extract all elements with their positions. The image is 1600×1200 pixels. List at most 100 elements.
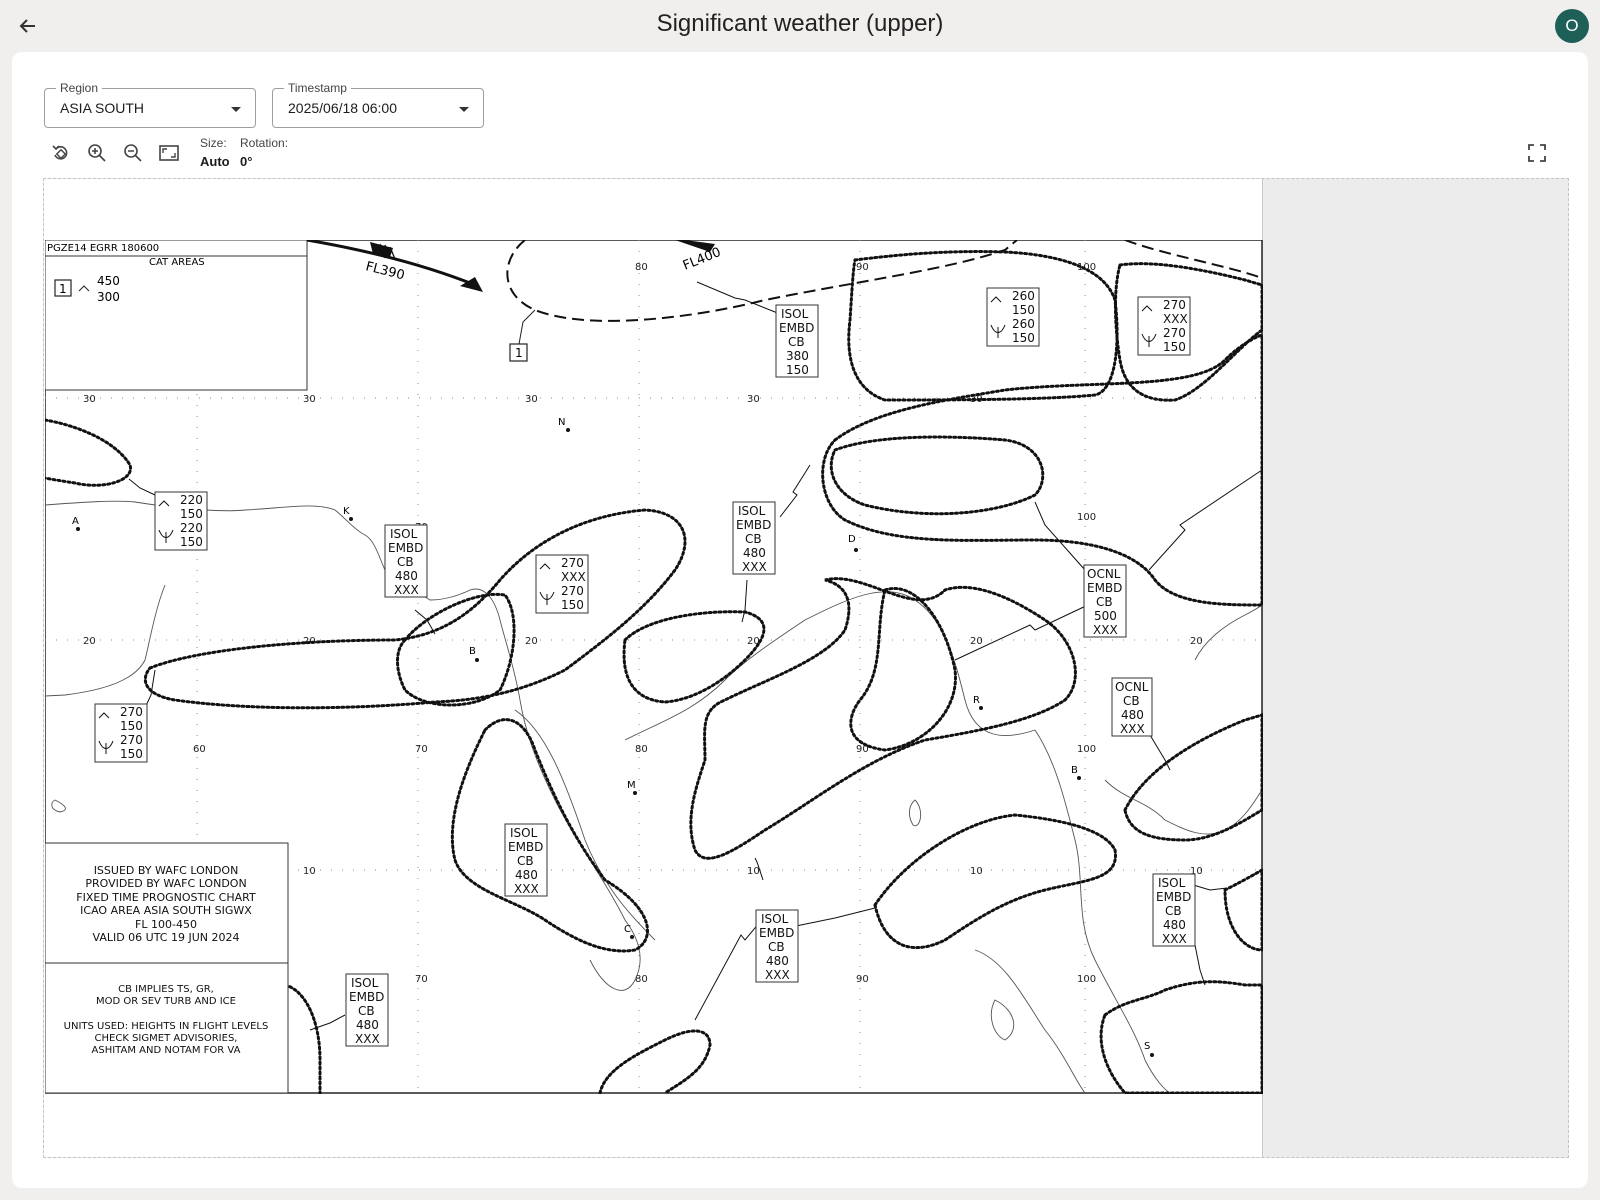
svg-text:XXX: XXX [561,570,586,584]
user-avatar[interactable]: O [1555,9,1589,43]
cat-top: 450 [97,274,120,288]
cat-base: 300 [97,290,120,304]
info-box: ISOLEMBD CB480 XXX [504,823,548,897]
svg-text:380: 380 [786,349,809,363]
size-value: Auto [200,154,230,169]
svg-text:EMBD: EMBD [779,321,814,335]
svg-text:CB IMPLIES TS, GR,: CB IMPLIES TS, GR, [118,984,214,995]
info-box: 220150 220150 [154,491,208,551]
svg-text:220: 220 [180,493,203,507]
info-box: 270XXX 270150 [1137,296,1191,356]
chart-viewer[interactable]: 30 30 30 30 30 20 20 20 20 20 20 10 10 1… [43,178,1569,1158]
lat-label: 10 [303,866,316,877]
svg-text:150: 150 [180,535,203,549]
svg-text:XXX: XXX [1162,932,1187,946]
svg-text:ISOL: ISOL [1158,876,1186,890]
svg-text:CHECK SIGMET ADVISORIES,: CHECK SIGMET ADVISORIES, [95,1033,238,1044]
svg-text:B: B [1071,765,1078,776]
svg-text:150: 150 [120,719,143,733]
svg-text:270: 270 [120,733,143,747]
info-box: ISOLEMBD CB480 XXX [345,973,389,1047]
svg-text:150: 150 [180,507,203,521]
rotation-value: 0° [240,154,253,169]
svg-text:EMBD: EMBD [1087,581,1122,595]
svg-text:K: K [343,506,350,517]
svg-text:150: 150 [1012,331,1035,345]
svg-text:EMBD: EMBD [736,518,771,532]
svg-text:XXX: XXX [742,560,767,574]
svg-text:ISSUED BY WAFC LONDON: ISSUED BY WAFC LONDON [94,864,239,877]
fullscreen-button[interactable] [1524,140,1550,166]
region-label: Region [56,81,103,95]
svg-text:220: 220 [180,521,203,535]
svg-text:XXX: XXX [765,968,790,982]
lat-label: 20 [83,636,96,647]
svg-text:EMBD: EMBD [349,990,384,1004]
svg-text:1: 1 [515,346,523,360]
svg-text:OCNL: OCNL [1087,567,1121,581]
svg-text:XXX: XXX [394,583,419,597]
sigwx-chart[interactable]: 30 30 30 30 30 20 20 20 20 20 20 10 10 1… [45,240,1263,1094]
svg-text:260: 260 [1012,317,1035,331]
svg-text:ASHITAM AND NOTAM FOR VA: ASHITAM AND NOTAM FOR VA [92,1045,241,1056]
svg-text:150: 150 [561,598,584,612]
rotate-button[interactable] [48,140,74,166]
svg-text:PROVIDED BY WAFC LONDON: PROVIDED BY WAFC LONDON [85,877,246,890]
fullscreen-icon [1528,144,1546,162]
info-box: OCNLCB 480XXX [1111,677,1153,737]
chevron-down-icon [459,107,469,112]
chevron-down-icon [231,107,241,112]
rotate-icon [52,145,68,160]
zoom-out-icon [124,144,142,162]
zoom-out-button[interactable] [120,140,146,166]
svg-text:480: 480 [743,546,766,560]
svg-text:480: 480 [356,1018,379,1032]
svg-text:270: 270 [561,584,584,598]
svg-text:CB: CB [788,335,805,349]
info-box: OCNLEMBD CB500 XXX [1083,564,1127,638]
lat-label: 30 [83,394,96,405]
svg-text:ISOL: ISOL [738,504,766,518]
lon-label: 70 [415,744,428,755]
lon-label: 90 [856,974,869,985]
lon-label: 80 [635,262,648,273]
svg-text:ISOL: ISOL [761,912,789,926]
rotation-label: Rotation: [240,136,289,150]
lon-label: 60 [193,744,206,755]
info-box: ISOLEMBD CB480 XXX [1152,873,1196,947]
zoom-in-button[interactable] [84,140,110,166]
issued-by-panel: ISSUED BY WAFC LONDON PROVIDED BY WAFC L… [45,842,289,964]
page-title: Significant weather (upper) [656,10,944,37]
svg-text:270: 270 [1163,326,1186,340]
lon-label: 70 [415,974,428,985]
chart-sheet: 30 30 30 30 30 20 20 20 20 20 20 10 10 1… [44,179,1263,1157]
cat-areas-legend: PGZE14 EGRR 180600 CAT AREAS 1 450 300 [45,240,308,391]
info-box: 260150 260150 [986,287,1040,347]
svg-text:CB: CB [745,532,762,546]
fit-screen-button[interactable] [156,140,182,166]
lon-label: 80 [635,744,648,755]
lon-label: 100 [1077,512,1096,523]
svg-text:ISOL: ISOL [390,527,418,541]
svg-text:270: 270 [120,705,143,719]
svg-text:150: 150 [120,747,143,761]
lon-label: 100 [1077,974,1096,985]
timestamp-select[interactable]: Timestamp 2025/06/18 06:00 [272,81,484,128]
region-select[interactable]: Region ASIA SOUTH [44,81,256,128]
svg-text:CB: CB [1165,904,1182,918]
svg-text:150: 150 [1012,303,1035,317]
lat-label: 30 [525,394,538,405]
svg-text:270: 270 [561,556,584,570]
cat-number: 1 [59,282,67,296]
timestamp-value: 2025/06/18 06:00 [288,100,397,116]
svg-text:D: D [848,534,856,545]
svg-text:MOD OR SEV TURB AND ICE: MOD OR SEV TURB AND ICE [96,996,236,1007]
svg-text:EMBD: EMBD [388,541,423,555]
svg-text:150: 150 [1163,340,1186,354]
svg-text:C: C [624,924,631,935]
svg-text:XXX: XXX [514,882,539,896]
svg-text:ISOL: ISOL [781,307,809,321]
svg-text:480: 480 [515,868,538,882]
svg-text:R: R [973,695,980,706]
svg-text:CB: CB [517,854,534,868]
